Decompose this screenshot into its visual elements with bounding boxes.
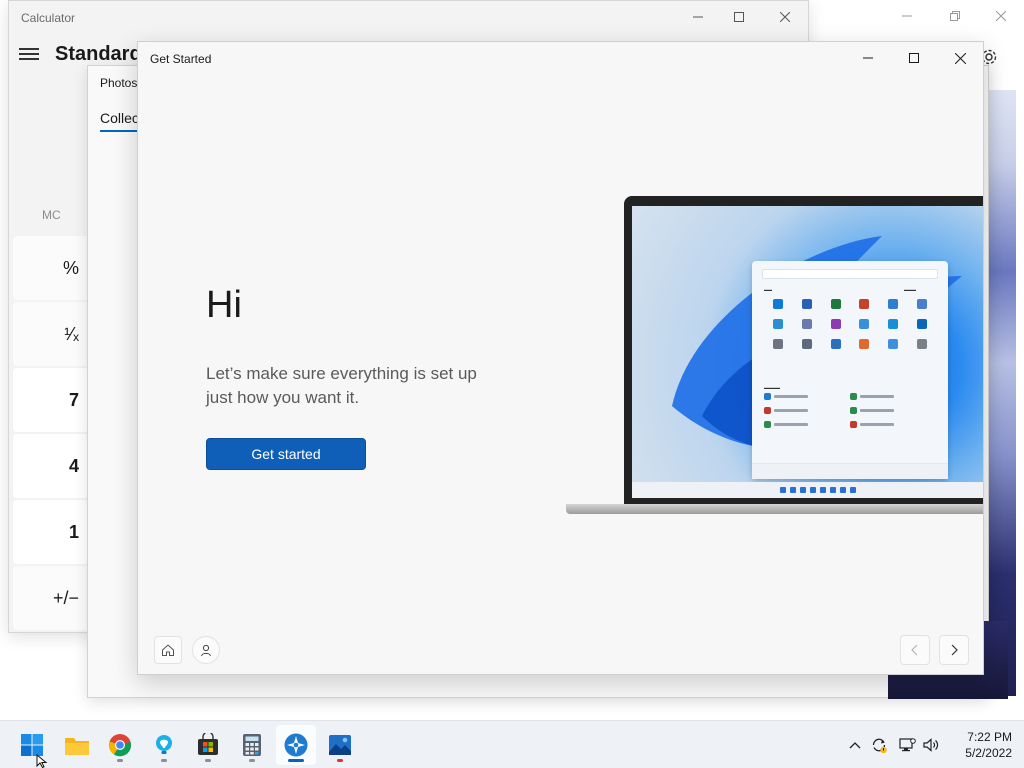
digit-1-key[interactable]: 1 [13,500,89,564]
percent-key[interactable]: % [13,236,89,300]
start-menu-illustration: ▬▬ ▬▬▬ ▬▬▬▬ [752,261,948,479]
recommended-list [764,393,936,428]
taskbar-clock[interactable]: 7:22 PM 5/2/2022 [948,729,1012,761]
photos-title: Photos [100,76,138,90]
calculator-maximize-button[interactable] [716,1,762,33]
previous-button[interactable] [900,635,930,665]
chevron-right-icon [951,644,958,656]
next-button[interactable] [939,635,969,665]
mouse-pointer-icon [36,754,48,768]
calculator-title: Calculator [21,11,76,25]
running-indicator [117,759,123,762]
tab-collection[interactable]: Collec [100,110,139,126]
photos-icon [329,735,351,755]
chevron-left-icon [911,644,918,656]
running-indicator [249,759,255,762]
digit-7-key[interactable]: 7 [13,368,89,432]
background-restore-button[interactable] [932,0,978,32]
attention-indicator [337,759,343,762]
all-apps-label: ▬▬▬ [904,287,916,292]
chevron-up-icon [849,742,861,749]
sync-icon [872,738,887,754]
running-indicator [161,759,167,762]
calculator-minimize-button[interactable] [675,1,721,33]
background-close-button[interactable] [978,0,1024,32]
taskbar-chrome[interactable] [100,725,140,765]
menu-icon[interactable] [19,45,39,63]
taskbar-tips[interactable] [144,725,184,765]
taskbar-photos[interactable] [320,725,360,765]
laptop-screen: ▬▬ ▬▬▬ ▬▬▬▬ [632,206,983,498]
calculator-icon [243,734,261,756]
recommended-label: ▬▬▬▬ [764,385,780,390]
lightbulb-icon [156,735,172,754]
get-started-window: Get Started Hi Let’s make sure everythin… [137,41,984,675]
network-status-button[interactable] [896,721,918,768]
account-button[interactable] [192,636,220,664]
running-indicator [205,759,211,762]
digit-4-key[interactable]: 4 [13,434,89,498]
network-icon [899,738,916,752]
taskbar-file-explorer[interactable] [57,725,97,765]
pinned-apps-grid [764,299,936,349]
start-menu-footer [752,463,948,479]
speaker-icon [923,738,939,752]
pinned-label: ▬▬ [764,287,772,292]
taskbar-get-started[interactable] [276,725,316,765]
active-indicator [288,759,304,762]
negate-key[interactable]: +/− [13,566,89,630]
tab-underline [100,130,140,132]
memory-clear-button[interactable]: MC [42,208,61,222]
calculator-close-button[interactable] [762,1,808,33]
get-started-title: Get Started [150,52,212,66]
home-icon [162,644,174,656]
taskbar: 7:22 PM 5/2/2022 [0,720,1024,768]
get-started-icon [284,733,308,757]
store-icon [198,733,218,755]
sync-status-button[interactable] [868,721,890,768]
show-hidden-icons-button[interactable] [846,721,864,768]
chrome-icon [108,734,132,757]
get-started-minimize-button[interactable] [845,42,891,74]
home-button[interactable] [154,636,182,664]
get-started-maximize-button[interactable] [891,42,937,74]
taskbar-microsoft-store[interactable] [188,725,228,765]
reciprocal-key[interactable]: ¹⁄ₓ [13,302,89,366]
folder-icon [65,738,89,755]
get-started-close-button[interactable] [937,42,983,74]
laptop-base [566,504,983,514]
laptop-taskbar [632,482,983,498]
person-icon [201,644,211,657]
page-title: Hi [206,284,242,326]
volume-button[interactable] [920,721,942,768]
calculator-mode: Standard [55,43,142,65]
background-minimize-button[interactable] [884,0,930,32]
taskbar-calculator[interactable] [232,725,272,765]
clock-time: 7:22 PM [967,730,1012,744]
start-search-bar [762,269,938,279]
laptop-illustration: ▬▬ ▬▬▬ ▬▬▬▬ [566,196,983,518]
page-subtitle: Let’s make sure everything is set up jus… [206,364,477,407]
clock-date: 5/2/2022 [965,746,1012,760]
get-started-button[interactable]: Get started [206,438,366,470]
